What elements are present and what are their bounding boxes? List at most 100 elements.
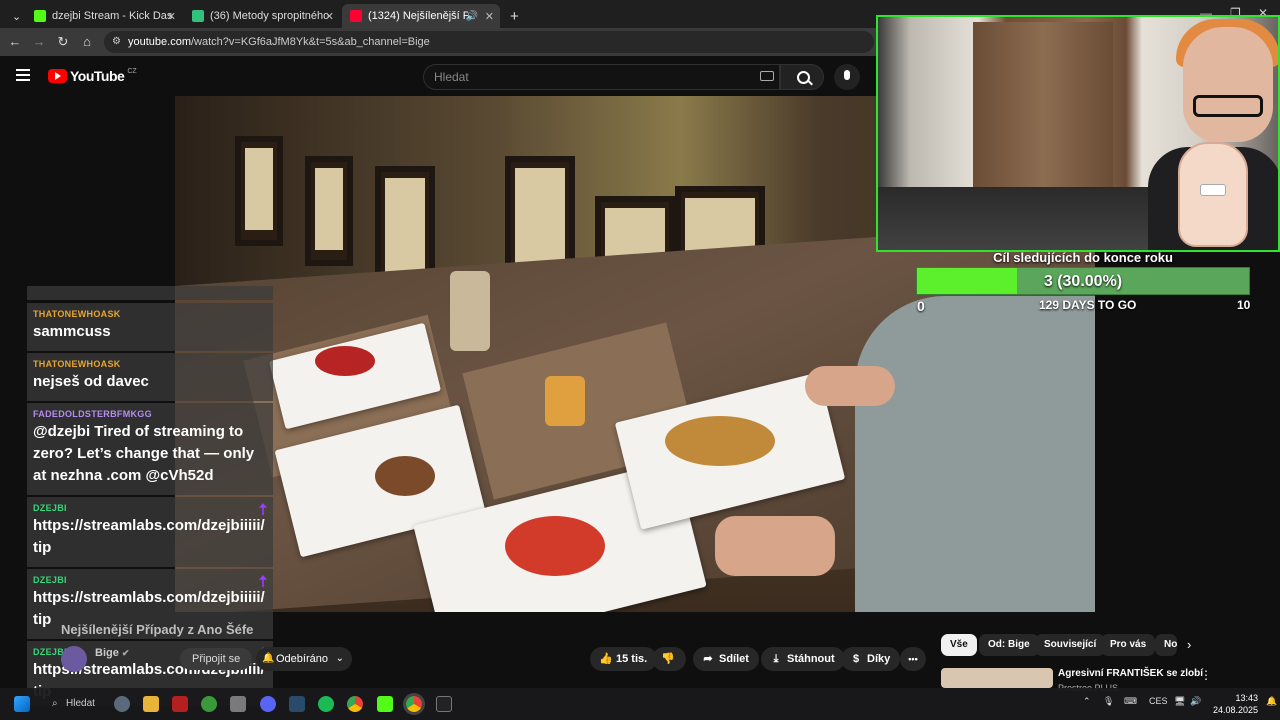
chip-from-bige[interactable]: Od: Bige [979,634,1039,656]
forward-icon[interactable]: → [30,33,48,51]
tab-list-button[interactable]: ⌄ [4,4,24,28]
keyboard-tray-icon[interactable]: ⌨ [1124,696,1137,707]
tray-chevron-icon[interactable]: ⌃ [1083,696,1091,707]
mic-icon[interactable] [834,64,860,90]
back-icon[interactable]: ← [6,33,24,51]
video-title: Nejšílenější Případy z Ano Šéfe [61,622,254,637]
goal-max: 10 [1237,298,1251,312]
tab-kick-dashboard[interactable]: dzejbi Stream - Kick Dashboard ✕ [26,4,182,28]
chat-text: sammcuss [33,323,111,340]
spotify-icon[interactable] [318,696,334,712]
network-icon[interactable]: 🖥 [1174,696,1185,707]
goal-progress-label: 3 (30.00%) [1043,273,1123,290]
search-button[interactable] [780,64,824,90]
chat-message: THATONEWHOASK nejseš od davec [27,353,273,401]
subscribed-button[interactable]: 🔔 Odebíráno ⌄ [256,647,352,671]
amd-icon[interactable] [172,696,188,712]
audio-meter-icon[interactable] [436,696,452,712]
youtube-logo[interactable]: YouTube CZ [48,68,137,84]
chip-related[interactable]: Související [1035,634,1106,656]
speaker-icon[interactable]: 🔊 [466,11,478,22]
dislike-button[interactable]: 👎 [652,647,686,671]
xbox-icon[interactable] [201,696,217,712]
chip-more[interactable]: No [1155,634,1177,656]
chat-username: FADEDOLDSTERBFMKGG [33,409,152,419]
kebab-menu-icon[interactable]: ⋮ [1200,668,1212,682]
discord-icon[interactable] [260,696,276,712]
share-button[interactable]: ➦ Sdílet [693,647,759,671]
channel-name[interactable]: Bige ✔ [95,647,129,659]
more-actions-button[interactable]: ••• [900,647,926,671]
download-icon: ⤓ [773,653,779,665]
download-button[interactable]: ⤓ Stáhnout [761,647,845,671]
food [665,416,775,466]
site-info-icon[interactable]: ⚙ [112,31,121,53]
verified-icon: ✔ [121,648,130,658]
chair [305,156,353,266]
chat-username: THATONEWHOASK [33,309,121,319]
goal-days: 129 DAYS TO GO [1039,298,1137,312]
chat-message: FADEDOLDSTERBFMKGG @dzejbi Tired of stre… [27,403,273,495]
goal-min: 0 [917,298,925,314]
tab-metody[interactable]: (36) Metody spropitného / Stre ✕ [184,4,340,28]
goal-title: Cíl sledujících do konce roku [993,250,1173,265]
chat-text: https://streamlabs.com/dzejbiiiii/tip [33,517,265,556]
language-indicator[interactable]: CES [1149,696,1168,706]
chat-username: DZEJBI [33,503,67,513]
chat-text: @dzejbi Tired of streaming to zero? Let’… [33,423,255,484]
share-icon: ➦ [703,653,713,665]
chat-username: DZEJBI [33,575,67,585]
tab-youtube[interactable]: (1324) Nejšílenější Případy 🔊 ✕ [342,4,500,28]
menu-icon[interactable] [16,69,30,81]
chip-for-you[interactable]: Pro vás [1101,634,1156,656]
thumbs-up-icon: 👍 [599,653,613,665]
kick-app-icon[interactable] [377,696,393,712]
windows-start-icon[interactable] [14,696,30,712]
mic-tray-icon[interactable]: 🎙 [1103,696,1114,707]
chrome-active-icon[interactable] [406,696,422,712]
streamlabs-icon [192,10,204,22]
keyboard-icon[interactable] [760,71,774,81]
taskbar-search[interactable]: ⌕ Hledat [50,694,106,714]
close-icon[interactable]: ✕ [485,10,494,23]
chair [235,136,283,246]
file-explorer-icon[interactable] [143,696,159,712]
channel-avatar[interactable] [61,646,87,672]
search-input[interactable]: Hledat [423,64,780,90]
recommended-thumbnail[interactable] [941,668,1053,688]
close-icon[interactable]: ✕ [325,10,334,23]
settings-icon[interactable] [114,696,130,712]
notification-icon[interactable]: 🔔 [1266,696,1277,707]
chat-message: DZEJBI https://streamlabs.com/dzejbiiiii… [27,497,273,567]
url-input[interactable]: ⚙ youtube.com/watch?v=KGf6aJfM8Yk&t=5s&a… [104,31,874,53]
kick-icon [34,10,46,22]
youtube-play-icon [48,69,67,83]
chat-message: THATONEWHOASK sammcuss [27,303,273,351]
hand [715,516,835,576]
recommended-title[interactable]: Agresivní FRANTIŠEK se zlobí [1058,668,1203,679]
chrome-icon[interactable] [347,696,363,712]
thumbs-down-icon: 👎 [661,653,675,665]
taskbar-clock[interactable]: 13:43 24.08.2025 [1208,692,1258,716]
search-icon: ⌕ [52,698,58,709]
glasses [1193,95,1263,117]
close-icon[interactable]: ✕ [167,10,176,23]
thanks-icon: $ [852,653,860,665]
join-button[interactable]: Připojit se [180,648,253,670]
mascot-eye [1200,184,1226,196]
new-tab-button[interactable]: + [502,4,522,28]
thanks-button[interactable]: $ Díky [841,647,901,671]
chevron-right-icon[interactable]: › [1187,637,1191,652]
chevron-down-icon: ⌄ [335,653,344,664]
webcam-overlay [876,15,1280,252]
app-icon[interactable] [230,696,246,712]
cutlery-holder [450,271,490,351]
reload-icon[interactable]: ↻ [54,33,72,51]
home-icon[interactable]: ⌂ [78,33,96,51]
steam-icon[interactable] [289,696,305,712]
chip-all[interactable]: Vše [941,634,977,656]
volume-icon[interactable]: 🔊 [1190,696,1201,707]
hand [805,366,895,406]
like-button[interactable]: 👍 15 tis. [590,647,658,671]
glass [545,376,585,426]
